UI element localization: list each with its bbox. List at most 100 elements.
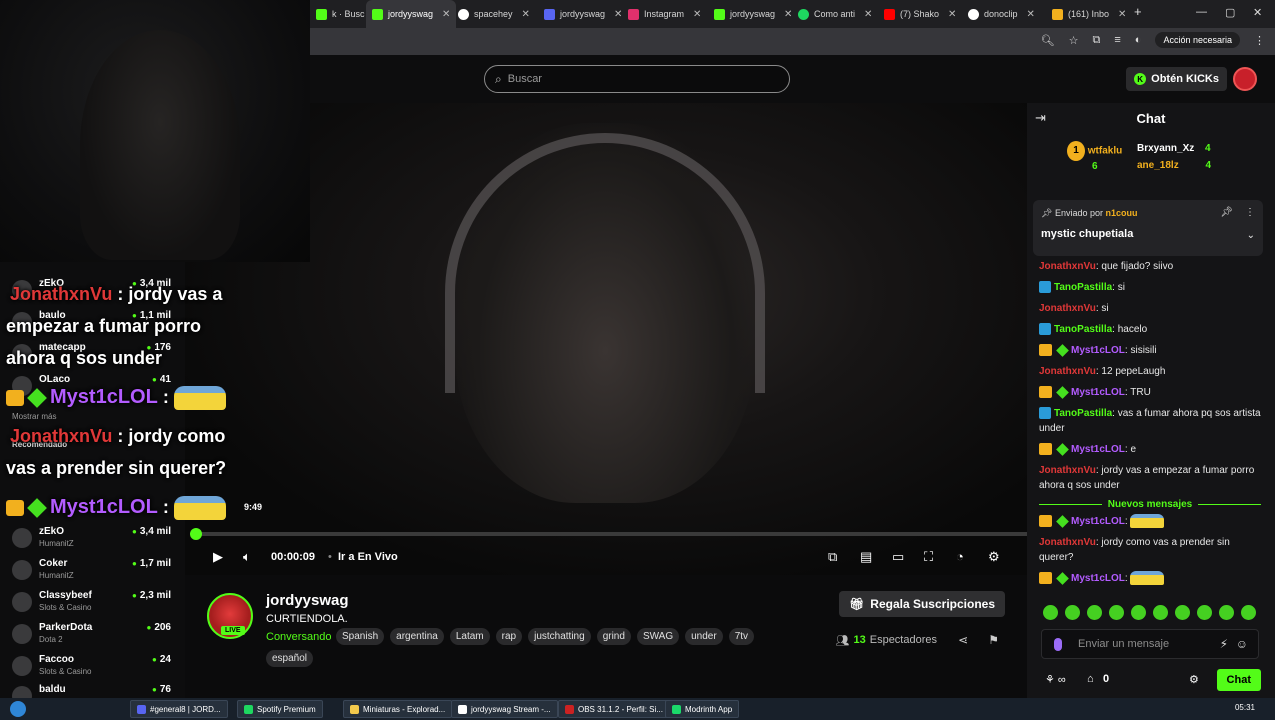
sidebar-channel[interactable]: zEkOHumanitZ3,4 mil xyxy=(12,526,177,552)
taskbar-app-active[interactable]: jordyyswag Stream -... xyxy=(451,700,558,718)
taskbar-app[interactable]: Spotify Premium xyxy=(237,700,323,718)
report-icon[interactable]: ⚑ xyxy=(988,633,999,647)
tag-chip[interactable]: SWAG xyxy=(636,628,680,645)
pin-icon[interactable]: 📌︎ xyxy=(1220,207,1233,218)
taskbar-app[interactable]: OBS 31.1.2 - Perfil: Si... xyxy=(558,700,670,718)
browser-tab[interactable]: (161) Inbo ✕ xyxy=(1046,0,1132,28)
tag-chip-language[interactable]: español xyxy=(266,650,314,667)
new-messages-divider[interactable]: Nuevos mensajes xyxy=(1039,499,1261,510)
tag-chip[interactable]: argentina xyxy=(390,628,444,645)
emote-icon[interactable] xyxy=(1131,605,1146,620)
tag-chip[interactable]: justchatting xyxy=(528,628,591,645)
browser-tab[interactable]: donoclip ✕ xyxy=(962,0,1041,28)
system-clock[interactable]: 05:31 xyxy=(1235,703,1255,712)
gift-box-icon[interactable]: ⌂ xyxy=(1087,673,1094,685)
gift-subscriptions-button[interactable]: 🎁︎ Regala Suscripciones xyxy=(839,591,1005,617)
obs-icon xyxy=(565,704,574,714)
video-progress-bar[interactable] xyxy=(190,528,1027,540)
pinned-message[interactable]: 📌︎ Enviado por n1couu mystic chupetiala … xyxy=(1033,200,1263,256)
send-chat-button[interactable]: Chat xyxy=(1216,669,1261,691)
clip-icon[interactable]: ▤ xyxy=(860,549,872,565)
tag-chip[interactable]: under xyxy=(685,628,723,645)
close-icon[interactable]: ✕ xyxy=(1118,9,1126,20)
emote-icon[interactable] xyxy=(1043,605,1058,620)
playback-speed-icon[interactable]: ◔ xyxy=(956,549,964,564)
emote-icon[interactable] xyxy=(1065,605,1080,620)
emote-icon[interactable] xyxy=(1197,605,1212,620)
close-window-icon[interactable]: ✕ xyxy=(1253,6,1262,19)
user-avatar[interactable] xyxy=(1233,67,1257,91)
rank-medal-icon: 1 xyxy=(1067,141,1085,161)
channel-name[interactable]: jordyyswag xyxy=(266,592,349,609)
zoom-icon[interactable]: 🔍︎ xyxy=(1041,34,1055,47)
chat-settings-icon[interactable]: ⚙ xyxy=(1189,673,1199,686)
minion-emote-icon xyxy=(1130,571,1165,586)
taskbar-app[interactable]: Modrinth App xyxy=(665,700,740,718)
search-input[interactable]: ⌕ Buscar xyxy=(484,65,790,93)
sidebar-channel[interactable]: ClassybeefSlots & Casino2,3 mil xyxy=(12,590,177,616)
sidebar-channel[interactable]: baldu76 xyxy=(12,684,177,698)
close-icon[interactable]: ✕ xyxy=(442,9,450,20)
show-more-link[interactable]: Mostrar más xyxy=(12,412,56,421)
taskbar-app[interactable]: Miniaturas - Explorad... xyxy=(343,700,453,718)
browser-tab[interactable]: spacehey ✕ xyxy=(452,0,536,28)
emote-icon[interactable] xyxy=(1109,605,1124,620)
close-icon[interactable]: ✕ xyxy=(864,9,872,20)
theater-mode-icon[interactable]: ▭ xyxy=(892,549,904,565)
chat-message-input[interactable]: Enviar un mensaje ⚡︎ ☺ xyxy=(1041,629,1259,659)
bookmark-star-icon[interactable]: ☆ xyxy=(1069,34,1079,47)
sidebar-channel[interactable]: CokerHumanitZ1,7 mil xyxy=(12,558,177,584)
media-control-icon[interactable]: ≡ xyxy=(1114,34,1120,46)
gem-badge-icon xyxy=(1056,442,1069,456)
browser-tab[interactable]: jordyyswag ✕ xyxy=(708,0,798,28)
close-icon[interactable]: ✕ xyxy=(693,9,701,20)
action-required-button[interactable]: Acción necesaria xyxy=(1155,32,1240,48)
start-button-icon[interactable] xyxy=(10,701,26,717)
volume-icon[interactable]: 🔈︎ xyxy=(243,549,251,565)
stream-category[interactable]: Conversando xyxy=(266,631,331,643)
sidebar-channel[interactable]: ParkerDotaDota 2206 xyxy=(12,622,177,648)
microphone-icon[interactable] xyxy=(1054,638,1062,651)
taskbar-app[interactable]: #general8 | JORD... xyxy=(130,700,228,718)
browser-tab[interactable]: Instagram ✕ xyxy=(622,0,707,28)
settings-gear-icon[interactable]: ⚙ xyxy=(988,549,1000,565)
video-player[interactable] xyxy=(185,103,1027,575)
fullscreen-icon[interactable]: ⛶ xyxy=(924,549,933,565)
emoji-icon[interactable]: ☺ xyxy=(1236,637,1248,651)
menu-dots-icon[interactable]: ⋮ xyxy=(1254,34,1265,47)
close-icon[interactable]: ✕ xyxy=(1027,9,1035,20)
minion-emote-icon xyxy=(173,496,226,521)
get-kicks-button[interactable]: K Obtén KICKs xyxy=(1126,67,1227,91)
minimize-icon[interactable]: — xyxy=(1196,6,1207,18)
miniplayer-icon[interactable]: ⧉ xyxy=(828,549,837,565)
close-icon[interactable]: ✕ xyxy=(948,9,956,20)
share-icon[interactable]: ⋖ xyxy=(958,633,968,647)
more-options-icon[interactable]: ⋮ xyxy=(1245,207,1255,218)
profile-icon[interactable]: ◐ xyxy=(1135,34,1142,46)
play-icon[interactable]: ▶ xyxy=(213,549,223,565)
emote-icon[interactable] xyxy=(1219,605,1234,620)
maximize-icon[interactable]: ▢ xyxy=(1225,6,1235,19)
close-icon[interactable]: ✕ xyxy=(522,9,530,20)
progress-knob[interactable] xyxy=(190,528,202,540)
tag-chip[interactable]: rap xyxy=(495,628,523,645)
new-tab-button[interactable]: + xyxy=(1134,4,1142,19)
tag-chip[interactable]: grind xyxy=(596,628,631,645)
tag-chip[interactable]: Latam xyxy=(449,628,490,645)
tag-chip[interactable]: Spanish xyxy=(336,628,385,645)
tag-chip[interactable]: 7tv xyxy=(728,628,755,645)
emote-icon[interactable] xyxy=(1087,605,1102,620)
emote-icon[interactable] xyxy=(1175,605,1190,620)
browser-tab-active[interactable]: jordyyswag ✕ xyxy=(366,0,457,28)
browser-tab[interactable]: (7) Shako ✕ xyxy=(878,0,962,28)
7tv-icon[interactable]: ⚡︎ xyxy=(1220,637,1228,651)
sidebar-channel[interactable]: FaccooSlots & Casino24 xyxy=(12,654,177,680)
browser-tab[interactable]: Como anti ✕ xyxy=(792,0,878,28)
browser-tab[interactable]: jordyyswag ✕ xyxy=(538,0,628,28)
extensions-icon[interactable]: ⧉ xyxy=(1093,34,1101,47)
channel-points-icon[interactable]: ⚘ ∞ xyxy=(1045,673,1066,686)
chevron-down-icon[interactable]: ⌄ xyxy=(1247,230,1255,241)
go-live-link[interactable]: Ir a En Vivo xyxy=(338,551,398,563)
emote-icon[interactable] xyxy=(1241,605,1256,620)
emote-icon[interactable] xyxy=(1153,605,1168,620)
